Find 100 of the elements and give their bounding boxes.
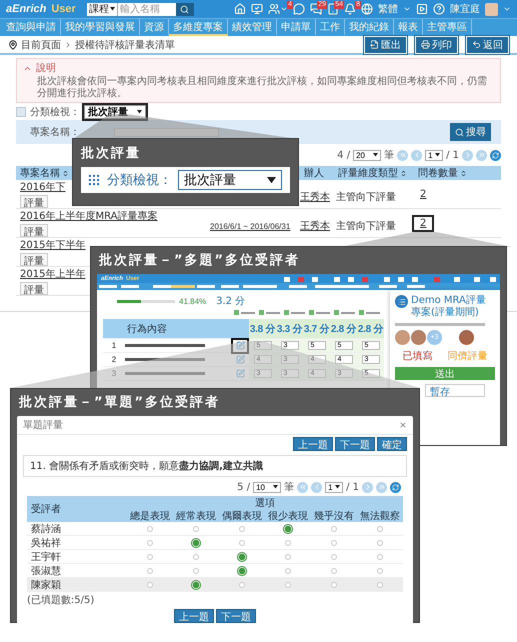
home-icon[interactable] [234, 3, 246, 15]
project-link[interactable]: 2016年上半年度MRA評量專案 [20, 209, 158, 223]
nav-menu-item[interactable]: 資源 [140, 19, 169, 36]
project-name-field[interactable] [114, 128, 219, 136]
radio-button[interactable] [237, 552, 247, 562]
radio-button[interactable] [377, 554, 383, 560]
page-size-select[interactable]: 20 [353, 150, 382, 160]
evaluate-button[interactable]: 評量 [20, 195, 48, 208]
previous-page-button[interactable] [411, 150, 422, 160]
project-link[interactable]: 2016年下 [20, 180, 66, 194]
radio-button[interactable] [377, 526, 383, 532]
next-page-button[interactable] [462, 150, 473, 160]
radio-button[interactable] [147, 568, 153, 574]
notice-toggle[interactable]: 說明 [23, 61, 56, 75]
radio-button[interactable] [191, 538, 201, 548]
avatar-icon[interactable] [485, 2, 498, 16]
radio-button[interactable] [285, 582, 291, 588]
bell-icon[interactable] [344, 3, 356, 15]
radio-button[interactable] [331, 540, 337, 546]
radio-button[interactable] [285, 540, 291, 546]
previous-page-button[interactable] [311, 482, 322, 492]
list-button[interactable] [395, 295, 408, 308]
evaluate-button[interactable]: 評量 [20, 282, 48, 295]
chevron-down-icon[interactable] [403, 5, 411, 13]
radio-button[interactable] [377, 540, 383, 546]
radio-button[interactable] [331, 554, 337, 560]
language-menu[interactable]: 繁體 [378, 2, 398, 16]
nav-button[interactable]: 下一題 [216, 609, 256, 623]
view-select[interactable]: 批次評量 [84, 105, 146, 119]
radio-button[interactable] [193, 554, 199, 560]
person-link[interactable]: 王秀本 [300, 220, 330, 232]
radio-button[interactable] [193, 526, 199, 532]
refresh-button[interactable] [490, 150, 501, 160]
export-button[interactable]: 匯出 [364, 36, 407, 54]
radio-button[interactable] [237, 566, 247, 576]
chat-icon[interactable] [293, 3, 305, 15]
radio-button[interactable] [147, 540, 153, 546]
play-icon[interactable] [416, 3, 428, 15]
radio-button[interactable] [193, 568, 199, 574]
print-button[interactable]: 列印 [415, 36, 458, 54]
refresh-button[interactable] [390, 482, 401, 492]
radio-button[interactable] [191, 580, 201, 590]
radio-button[interactable] [239, 582, 245, 588]
view-select[interactable]: 批次評量 [178, 170, 282, 190]
people-icon[interactable] [268, 3, 280, 15]
radio-button[interactable] [147, 582, 153, 588]
column-header[interactable]: 專案名稱 [20, 166, 69, 180]
radio-button[interactable] [331, 568, 337, 574]
next-page-button[interactable] [362, 482, 373, 492]
checkbox[interactable] [16, 107, 26, 117]
edit-button[interactable] [233, 340, 247, 352]
nav-menu-item[interactable]: 工作 [316, 19, 345, 36]
close-icon[interactable] [399, 421, 407, 429]
nav-menu-item[interactable]: 我的學習與發展 [61, 19, 140, 36]
chevron-down-icon[interactable] [280, 5, 288, 13]
project-link[interactable]: 2015年下半年 [20, 238, 86, 252]
modal-button[interactable]: 確定 [377, 437, 407, 451]
modal-button[interactable]: 上一題 [293, 437, 333, 451]
breadcrumb-item[interactable]: 目前頁面 [21, 38, 61, 52]
page-select[interactable]: 1 [425, 150, 444, 160]
evaluate-button[interactable]: 評量 [20, 224, 48, 237]
period-link[interactable]: 2016/6/1 ~ 2016/06/31 [196, 222, 290, 230]
count-link[interactable]: 2 [414, 188, 432, 200]
nav-button[interactable]: 上一題 [174, 609, 214, 623]
radio-button[interactable] [239, 540, 245, 546]
modal-button[interactable]: 下一題 [335, 437, 375, 451]
radio-button[interactable] [331, 526, 337, 532]
radio-button[interactable] [285, 568, 291, 574]
radio-button[interactable] [147, 554, 153, 560]
page-select[interactable]: 1 [325, 482, 344, 492]
help-icon[interactable] [433, 3, 445, 15]
column-header[interactable]: 評量維度類型 [338, 166, 407, 180]
person-link[interactable]: 王秀本 [300, 192, 330, 202]
radio-button[interactable] [285, 554, 291, 560]
globe-icon[interactable] [361, 3, 373, 15]
monitor-icon[interactable] [251, 3, 263, 15]
radio-button[interactable] [377, 568, 383, 574]
nav-menu-item[interactable]: 查詢與申請 [2, 19, 61, 36]
save-button[interactable]: 暫存 [425, 384, 485, 397]
nav-menu-item[interactable]: 多維度專案 [169, 19, 228, 36]
column-header[interactable]: 問卷數量 [418, 166, 467, 180]
last-page-button[interactable] [476, 150, 487, 160]
back-button[interactable]: 返回 [466, 36, 509, 54]
search-button[interactable]: 搜尋 [450, 123, 491, 141]
radio-button[interactable] [377, 582, 383, 588]
nav-menu-item[interactable]: 績效管理 [228, 19, 277, 36]
search-button[interactable] [176, 2, 194, 16]
page-size-select[interactable]: 10 [253, 482, 282, 492]
nav-menu-item[interactable]: 申請單 [277, 19, 316, 36]
radio-button[interactable] [283, 524, 293, 534]
radio-button[interactable] [239, 526, 245, 532]
last-page-button[interactable] [376, 482, 387, 492]
search-field[interactable]: 輸入名稱 [118, 2, 176, 16]
first-page-button[interactable] [397, 150, 408, 160]
submit-button[interactable]: 送出 [395, 367, 495, 380]
radio-button[interactable] [147, 526, 153, 532]
evaluate-button[interactable]: 評量 [20, 253, 48, 266]
count-link[interactable]: 2 [414, 216, 432, 230]
chevron-down-icon[interactable] [503, 5, 511, 13]
first-page-button[interactable] [297, 482, 308, 492]
